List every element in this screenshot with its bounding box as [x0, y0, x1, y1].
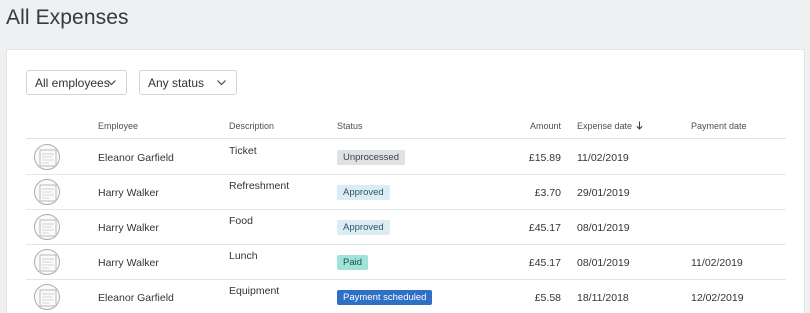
column-header-amount[interactable]: Amount	[530, 121, 561, 131]
chevron-down-icon	[217, 80, 226, 86]
chevron-down-icon	[107, 80, 116, 86]
receipt-thumbnail[interactable]	[34, 249, 60, 275]
column-header-employee[interactable]: Employee	[98, 121, 138, 131]
employee-filter-dropdown[interactable]: All employees	[26, 70, 127, 95]
table-row[interactable]: Harry Walker Lunch Paid £45.17 08/01/2019 11/…	[26, 245, 786, 280]
payment-date: 11/02/2019	[691, 257, 743, 269]
table-header: Employee Description Status Amount Expen…	[26, 116, 786, 139]
status-badge: Approved	[337, 220, 390, 235]
expense-date: 11/02/2019	[577, 152, 629, 164]
table-row[interactable]: Eleanor Garfield Ticket Unprocessed £15.89 1…	[26, 140, 786, 175]
payment-date: 12/02/2019	[691, 292, 744, 304]
employee-name: Harry Walker	[98, 187, 159, 199]
expense-date: 08/01/2019	[577, 257, 630, 269]
column-header-expense-date-label: Expense date	[577, 121, 633, 131]
receipt-thumbnail[interactable]	[34, 214, 60, 240]
column-header-expense-date[interactable]: Expense date	[577, 121, 643, 131]
expense-amount: £15.89	[528, 152, 561, 164]
employee-name: Harry Walker	[98, 222, 159, 234]
expense-date: 08/01/2019	[577, 222, 630, 234]
expense-description: Food	[229, 215, 253, 227]
status-filter-label: Any status	[148, 75, 205, 90]
column-header-status[interactable]: Status	[337, 121, 363, 131]
table-row[interactable]: Harry Walker Food Approved £45.17 08/01/2019	[26, 210, 786, 245]
table-row[interactable]: Eleanor Garfield Equipment Payment schedul…	[26, 280, 786, 313]
sort-descending-icon	[636, 121, 643, 130]
employee-filter-label: All employees	[35, 75, 110, 90]
expense-date: 18/11/2018	[577, 292, 629, 304]
status-badge: Paid	[337, 255, 369, 270]
employee-name: Eleanor Garfield	[98, 292, 174, 304]
column-header-description[interactable]: Description	[229, 121, 274, 131]
receipt-thumbnail[interactable]	[34, 144, 60, 170]
status-badge: Approved	[337, 185, 390, 200]
expense-date: 29/01/2019	[577, 187, 630, 199]
expense-amount: £5.58	[534, 292, 561, 304]
expense-description: Equipment	[229, 285, 280, 297]
expenses-card: All employees Any status Employee Descri…	[6, 49, 805, 313]
expense-amount: £45.17	[528, 257, 561, 269]
status-filter-dropdown[interactable]: Any status	[139, 70, 237, 95]
employee-name: Eleanor Garfield	[98, 152, 174, 164]
status-badge: Payment scheduled	[337, 290, 433, 305]
expense-description: Ticket	[229, 145, 257, 157]
expense-amount: £45.17	[528, 222, 561, 234]
column-header-payment-date[interactable]: Payment date	[691, 121, 747, 131]
status-badge: Unprocessed	[337, 150, 405, 165]
expense-amount: £3.70	[534, 187, 561, 199]
expense-description: Refreshment	[229, 180, 290, 192]
employee-name: Harry Walker	[98, 257, 159, 269]
receipt-thumbnail[interactable]	[34, 179, 60, 205]
expense-description: Lunch	[229, 250, 258, 262]
page-title: All Expenses	[6, 6, 129, 29]
receipt-thumbnail[interactable]	[34, 284, 60, 310]
table-row[interactable]: Harry Walker Refreshment Approved £3.70 29/0…	[26, 175, 786, 210]
